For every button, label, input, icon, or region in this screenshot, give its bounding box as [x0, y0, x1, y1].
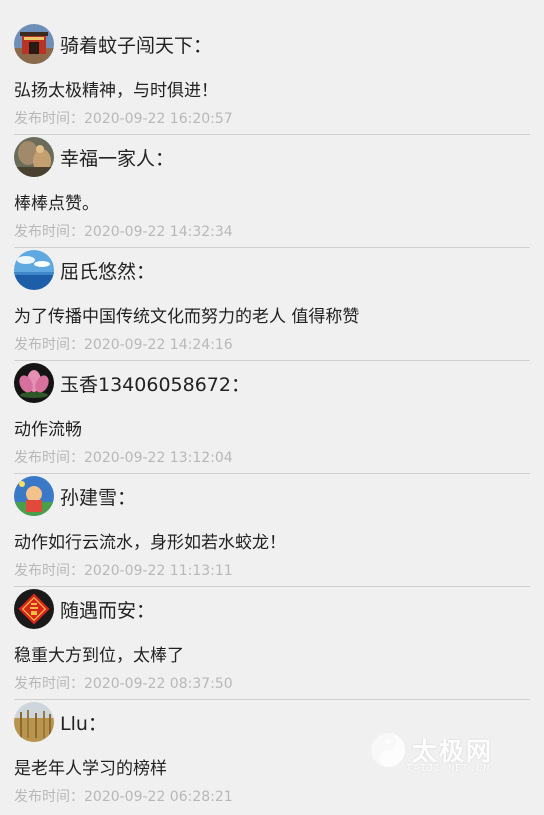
comment-item: 幸福一家人： 棒棒点赞。 发布时间：2020-09-22 14:32:34 — [0, 137, 544, 250]
avatar-wheat-field-icon[interactable] — [14, 702, 54, 742]
comment-item: 骑着蚊子闯天下： 弘扬太极精神，与时俱进！ 发布时间：2020-09-22 16… — [0, 24, 544, 137]
comment-header: 随遇而安： — [14, 589, 155, 629]
comment-text: 弘扬太极精神，与时俱进！ — [14, 81, 218, 101]
comment-header: Llu： — [14, 702, 107, 742]
site-watermark: 太极网 TAIJI.NET.CN — [366, 726, 516, 778]
comment-item: 孙建雪： 动作如行云流水，身形如若水蛟龙！ 发布时间：2020-09-22 11… — [0, 476, 544, 589]
comment-timestamp: 发布时间：2020-09-22 06:28:21 — [14, 789, 233, 805]
comment-timestamp: 发布时间：2020-09-22 14:24:16 — [14, 337, 233, 353]
comment-nickname: 随遇而安： — [60, 599, 156, 622]
comment-header: 孙建雪： — [14, 476, 136, 516]
comment-item: 随遇而安： 稳重大方到位，太棒了 发布时间：2020-09-22 08:37:5… — [0, 589, 544, 702]
comment-nickname: 孙建雪： — [60, 486, 137, 509]
taiji-logo-icon — [371, 733, 405, 767]
comment-nickname: 幸福一家人： — [60, 147, 175, 170]
comment-text: 是老年人学习的榜样 — [14, 759, 167, 779]
comment-header: 玉香13406058672： — [14, 363, 250, 403]
comment-item: 屈氏悠然： 为了传播中国传统文化而努力的老人 值得称赞 发布时间：2020-09… — [0, 250, 544, 363]
divider — [14, 247, 530, 248]
comment-text: 为了传播中国传统文化而努力的老人 值得称赞 — [14, 307, 360, 327]
avatar-sea-sky-icon[interactable] — [14, 250, 54, 290]
avatar-cartoon-icon[interactable] — [14, 476, 54, 516]
comment-nickname: Llu： — [60, 712, 107, 735]
comment-timestamp: 发布时间：2020-09-22 16:20:57 — [14, 111, 233, 127]
watermark-subtext: TAIJI.NET.CN — [406, 763, 491, 774]
comment-timestamp: 发布时间：2020-09-22 08:37:50 — [14, 676, 233, 692]
comment-item: 玉香13406058672： 动作流畅 发布时间：2020-09-22 13:1… — [0, 363, 544, 476]
divider — [14, 586, 530, 587]
comment-header: 骑着蚊子闯天下： — [14, 24, 212, 64]
avatar-fu-character-icon[interactable] — [14, 589, 54, 629]
comment-timestamp: 发布时间：2020-09-22 11:13:11 — [14, 563, 233, 579]
comment-text: 棒棒点赞。 — [14, 194, 99, 214]
divider — [14, 699, 530, 700]
avatar-gate-building-icon[interactable] — [14, 24, 54, 64]
comment-text: 动作流畅 — [14, 420, 82, 440]
comment-timestamp: 发布时间：2020-09-22 14:32:34 — [14, 224, 233, 240]
comment-text: 稳重大方到位，太棒了 — [14, 646, 184, 666]
comment-header: 幸福一家人： — [14, 137, 174, 177]
avatar-lotus-icon[interactable] — [14, 363, 54, 403]
comment-text: 动作如行云流水，身形如若水蛟龙！ — [14, 533, 286, 553]
comment-header: 屈氏悠然： — [14, 250, 155, 290]
divider — [14, 134, 530, 135]
divider — [14, 473, 530, 474]
comment-nickname: 骑着蚊子闯天下： — [60, 34, 213, 57]
comment-nickname: 玉香13406058672： — [60, 373, 250, 396]
divider — [14, 360, 530, 361]
comment-nickname: 屈氏悠然： — [60, 260, 156, 283]
avatar-painting-icon[interactable] — [14, 137, 54, 177]
comment-timestamp: 发布时间：2020-09-22 13:12:04 — [14, 450, 233, 466]
